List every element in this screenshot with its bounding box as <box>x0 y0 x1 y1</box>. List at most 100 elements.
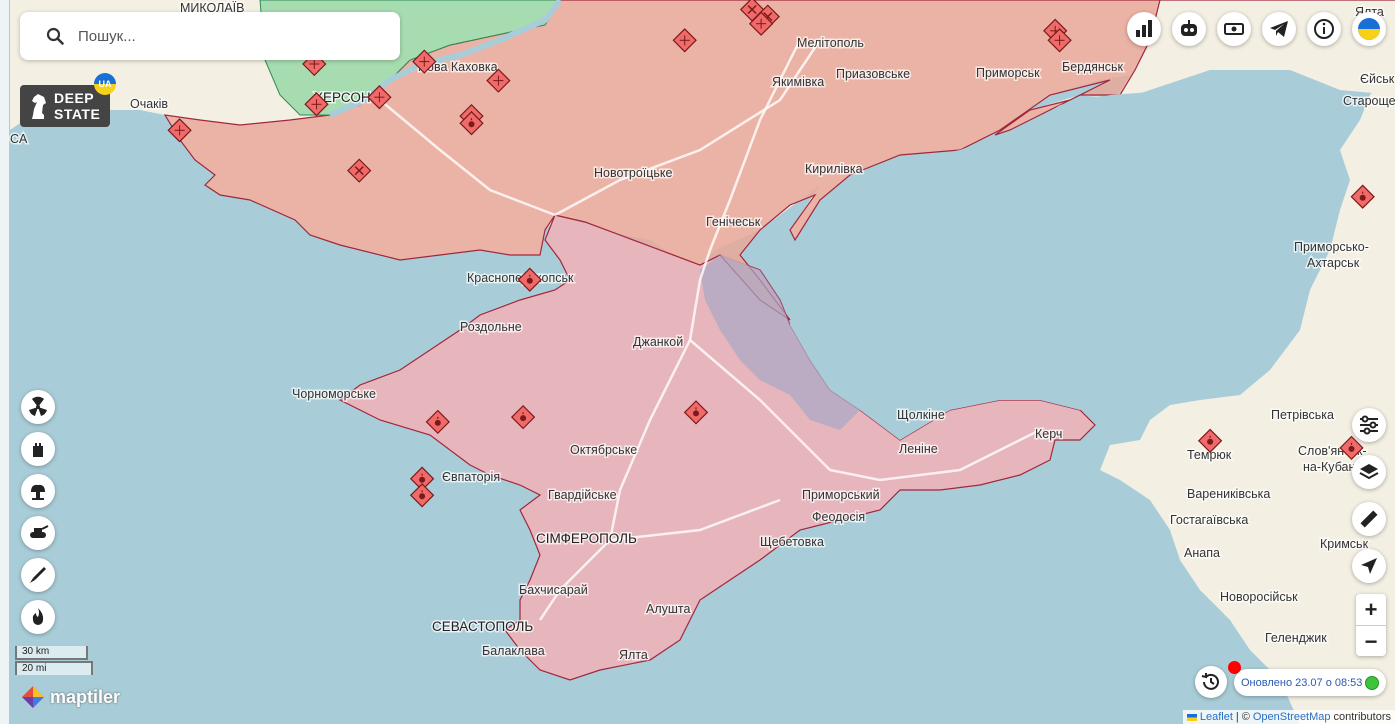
search-box[interactable] <box>20 12 400 60</box>
fire-filter-button[interactable] <box>21 600 55 634</box>
radiation-icon <box>29 396 47 416</box>
scale-metric: 30 km <box>15 646 88 660</box>
place-label: Керч <box>1035 427 1062 441</box>
place-label: Генічеськ <box>706 215 761 229</box>
money-icon <box>1224 23 1244 35</box>
place-label: на-Кубані <box>1303 460 1358 474</box>
zoom-control: + − <box>1356 594 1386 656</box>
place-label: Джанкой <box>633 335 683 349</box>
place-label: Єйськ <box>1360 72 1395 86</box>
explosion-icon <box>31 484 45 500</box>
place-label: Євпаторія <box>442 470 500 484</box>
place-label: Алушта <box>646 602 690 616</box>
ua-badge: UA <box>94 73 116 95</box>
history-button[interactable] <box>1195 666 1227 698</box>
place-label: СЕВАСТОПОЛЬ <box>432 619 533 634</box>
place-label: Геленджик <box>1265 631 1327 645</box>
place-label: Новотроїцьке <box>594 166 673 180</box>
place-label: Щебетовка <box>760 535 824 549</box>
place-label: Кирилівка <box>805 162 863 176</box>
place-label: Роздольне <box>460 320 522 334</box>
info-icon <box>1314 19 1334 39</box>
zoom-out-button[interactable]: − <box>1356 626 1386 657</box>
ukraine-flag-icon <box>1358 18 1380 40</box>
place-label: Новоросійськ <box>1220 590 1298 604</box>
nuclear-filter-button[interactable] <box>21 390 55 424</box>
telegram-icon <box>1270 21 1288 37</box>
copyright-sign: © <box>1241 711 1250 723</box>
place-label: Кримськ <box>1320 537 1369 551</box>
update-status[interactable]: Оновлено 23.07 о 08:53 <box>1234 669 1386 696</box>
ruler-icon <box>1360 510 1378 528</box>
map-canvas[interactable]: МИКОЛАЇВНова КаховкаХЕРСОНОчаківCAМеліто… <box>0 0 1395 724</box>
place-label: Ялта <box>619 648 648 662</box>
place-label: Приморський <box>802 488 880 502</box>
place-label: Бахчисарай <box>519 583 588 597</box>
ruler-button[interactable] <box>1352 502 1386 536</box>
osm-link[interactable]: OpenStreetMap <box>1253 711 1331 723</box>
chess-knight-icon <box>32 94 46 119</box>
leaflet-link[interactable]: Leaflet <box>1200 711 1233 723</box>
maptiler-logo[interactable]: maptiler <box>20 684 120 710</box>
fortification-filter-button[interactable] <box>21 432 55 466</box>
place-label: СІМФЕРОПОЛЬ <box>536 531 637 546</box>
scale-imperial: 20 mi <box>15 661 93 675</box>
place-label: Октябрське <box>570 443 637 457</box>
place-label: Чорноморське <box>292 387 376 401</box>
layers-button[interactable] <box>1352 455 1386 489</box>
place-label: Гостагаївська <box>1170 513 1248 527</box>
place-label: Приазовське <box>836 67 910 81</box>
missile-filter-button[interactable] <box>21 558 55 592</box>
stats-button[interactable] <box>1127 12 1161 46</box>
settings-button[interactable] <box>1352 408 1386 442</box>
bot-button[interactable] <box>1172 12 1206 46</box>
place-label: Щолкіне <box>897 408 945 422</box>
search-input[interactable] <box>76 26 370 46</box>
explosion-filter-button[interactable] <box>21 474 55 508</box>
logo-line1: DEEP <box>54 90 95 106</box>
tank-filter-button[interactable] <box>21 516 55 550</box>
place-label: Ахтарськ <box>1307 256 1360 270</box>
place-label: Балаклава <box>482 644 545 658</box>
maptiler-icon <box>22 686 44 708</box>
robot-icon <box>1181 20 1197 36</box>
fire-icon <box>32 608 44 625</box>
locate-button[interactable] <box>1352 549 1386 583</box>
donate-button[interactable] <box>1217 12 1251 46</box>
attribution-separator: | <box>1235 711 1239 723</box>
place-label: Приморськ <box>976 66 1040 80</box>
sliders-icon <box>1360 415 1378 435</box>
logo-line2: STATE <box>54 106 101 122</box>
place-label: Бердянськ <box>1062 60 1124 74</box>
missile-icon <box>30 567 46 583</box>
place-label: Феодосія <box>812 510 865 524</box>
ua-flag-icon <box>1186 713 1197 721</box>
attribution-contributors: contributors <box>1333 711 1391 723</box>
info-button[interactable] <box>1307 12 1341 46</box>
place-label: Варениківська <box>1187 487 1270 501</box>
castle-icon <box>33 443 43 457</box>
bar-chart-icon <box>1136 20 1152 37</box>
place-label: CA <box>10 132 28 146</box>
language-button[interactable] <box>1352 12 1386 46</box>
telegram-button[interactable] <box>1262 12 1296 46</box>
place-label: Староще <box>1343 94 1395 108</box>
place-label: Очаків <box>130 97 168 111</box>
place-label: Мелітополь <box>797 36 864 50</box>
left-edge-strip <box>0 0 9 724</box>
history-icon <box>1201 673 1219 690</box>
place-label: Якимівка <box>772 75 824 89</box>
layers-icon <box>1359 464 1379 480</box>
zoom-in-button[interactable]: + <box>1356 594 1386 626</box>
place-label: Приморсько- <box>1294 240 1369 254</box>
place-label: Леніне <box>899 442 938 456</box>
maptiler-label: maptiler <box>50 686 121 707</box>
attribution: Leaflet | © OpenStreetMap contributors <box>1182 710 1395 724</box>
place-label: Петрівська <box>1271 408 1334 422</box>
tank-icon <box>30 525 49 538</box>
locate-arrow-icon <box>1361 558 1377 574</box>
update-status-text: Оновлено 23.07 о 08:53 <box>1241 676 1363 689</box>
place-label: Анапа <box>1184 546 1220 560</box>
place-label: Гвардійське <box>548 488 617 502</box>
search-icon <box>46 27 64 45</box>
